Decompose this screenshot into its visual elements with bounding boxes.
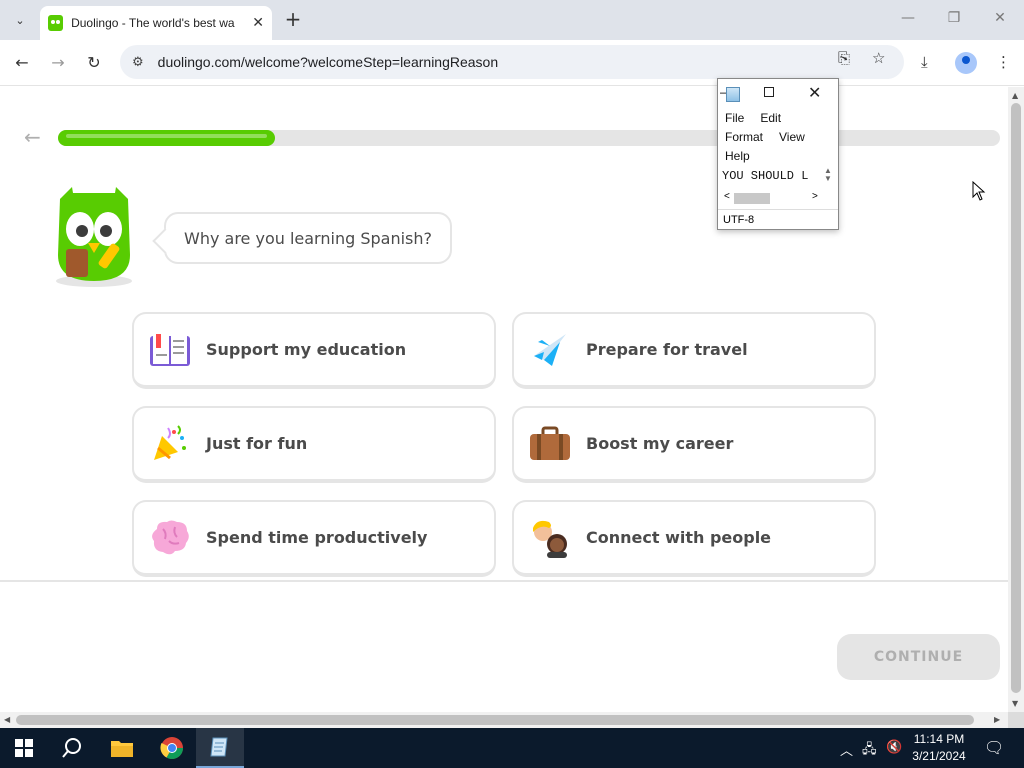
forward-icon[interactable]: →: [46, 51, 70, 75]
clock-date: 3/21/2024: [912, 749, 966, 763]
menu-edit[interactable]: Edit: [760, 109, 781, 128]
option-prepare-for-travel[interactable]: Prepare for travel: [512, 312, 876, 389]
more-menu-icon[interactable]: ⋮: [996, 53, 1011, 71]
reload-icon[interactable]: ↻: [82, 51, 106, 75]
scroll-right-arrow-icon[interactable]: ▶: [994, 715, 1000, 724]
install-app-icon[interactable]: ⎘: [838, 49, 850, 67]
notepad-horizontal-scrollbar[interactable]: < >: [722, 191, 826, 205]
windows-logo-icon: [15, 739, 33, 757]
notepad-scroll-right-icon[interactable]: >: [812, 191, 818, 202]
notepad-app-icon: [726, 87, 740, 102]
vertical-scroll-thumb[interactable]: [1011, 103, 1021, 693]
mouse-cursor-icon: [972, 181, 986, 201]
duolingo-favicon-icon: [48, 15, 64, 31]
network-icon[interactable]: 🖧: [862, 740, 877, 762]
close-window-icon[interactable]: ✕: [990, 10, 1010, 26]
browser-tab[interactable]: Duolingo - The world's best wa ✕: [40, 6, 272, 40]
notepad-menu-bar: File Edit Format View Help: [718, 109, 838, 166]
windows-taskbar: ︿ 🖧 🔇 11:14 PM 3/21/2024 🗨: [0, 728, 1024, 768]
bookmark-star-icon[interactable]: ☆: [872, 49, 885, 67]
brain-icon: [148, 516, 192, 560]
file-explorer-button[interactable]: [98, 728, 146, 768]
chrome-button[interactable]: [148, 728, 196, 768]
option-label: Connect with people: [586, 528, 772, 547]
menu-file[interactable]: File: [725, 109, 744, 128]
scroll-left-arrow-icon[interactable]: ◀: [4, 715, 10, 724]
footer-divider: [0, 580, 1008, 582]
tab-search-chevron-icon[interactable]: ⌄: [8, 8, 32, 32]
address-url[interactable]: duolingo.com/welcome?welcomeStep=learnin…: [158, 54, 498, 70]
menu-help[interactable]: Help: [725, 147, 750, 166]
download-icon[interactable]: ⤓: [921, 53, 928, 71]
book-icon: [148, 328, 192, 372]
notepad-maximize-icon[interactable]: [764, 87, 774, 97]
notepad-scroll-thumb[interactable]: [734, 193, 770, 204]
option-label: Just for fun: [206, 434, 308, 453]
tray-chevron-up-icon[interactable]: ︿: [840, 740, 853, 759]
continue-button[interactable]: CONTINUE: [837, 634, 1000, 680]
scroll-down-arrow-icon[interactable]: ▼: [1012, 699, 1018, 708]
menu-format[interactable]: Format: [725, 128, 763, 147]
duolingo-welcome-page: ← Why are you learning Spanish? Support …: [0, 87, 1008, 712]
progress-bar: [58, 130, 1000, 146]
notepad-icon: [210, 737, 228, 757]
folder-icon: [111, 741, 133, 757]
back-icon[interactable]: ←: [10, 51, 34, 75]
option-just-for-fun[interactable]: Just for fun: [132, 406, 496, 483]
notepad-close-icon[interactable]: ✕: [808, 83, 821, 103]
search-icon: [62, 738, 81, 758]
notepad-encoding-status: UTF-8: [718, 209, 838, 229]
menu-view[interactable]: View: [779, 128, 805, 147]
option-label: Spend time productively: [206, 528, 428, 547]
option-boost-my-career[interactable]: Boost my career: [512, 406, 876, 483]
start-button[interactable]: [0, 728, 48, 768]
duo-owl-mascot-icon: [56, 187, 132, 287]
restore-window-icon[interactable]: ❐: [944, 10, 964, 26]
briefcase-icon: [528, 422, 572, 466]
notepad-vertical-scroll-arrows-icon[interactable]: ▲ ▼: [824, 167, 832, 183]
vertical-scrollbar[interactable]: ▲ ▼: [1008, 87, 1024, 712]
party-popper-icon: [148, 422, 192, 466]
tab-close-icon[interactable]: ✕: [252, 15, 264, 31]
notepad-text-area[interactable]: YOU SHOULD L: [718, 166, 822, 186]
horizontal-scroll-thumb[interactable]: [16, 715, 974, 725]
scroll-up-arrow-icon[interactable]: ▲: [1012, 91, 1018, 100]
profile-avatar-icon[interactable]: [955, 52, 977, 74]
system-clock[interactable]: 11:14 PM 3/21/2024: [904, 731, 974, 765]
notifications-icon[interactable]: 🗨: [984, 738, 1004, 757]
option-connect-with-people[interactable]: Connect with people: [512, 500, 876, 577]
volume-muted-icon[interactable]: 🔇: [886, 740, 902, 755]
option-label: Boost my career: [586, 434, 734, 453]
question-speech-bubble: Why are you learning Spanish?: [164, 212, 452, 264]
notepad-taskbar-button[interactable]: [196, 728, 244, 768]
option-label: Prepare for travel: [586, 340, 748, 359]
option-support-my-education[interactable]: Support my education: [132, 312, 496, 389]
minimize-window-icon[interactable]: —: [898, 10, 918, 26]
notepad-window[interactable]: — ✕ File Edit Format View Help YOU SHOULD …: [717, 78, 839, 230]
scrollbar-corner: [1008, 712, 1024, 728]
search-button[interactable]: [48, 728, 96, 768]
browser-tab-bar: ⌄ Duolingo - The world's best wa ✕ + — ❐…: [0, 0, 1024, 40]
browser-toolbar: ← → ↻ ⚙ duolingo.com/welcome?welcomeStep…: [0, 40, 1024, 86]
option-spend-time-productively[interactable]: Spend time productively: [132, 500, 496, 577]
new-tab-button[interactable]: +: [282, 8, 304, 30]
clock-time: 11:14 PM: [913, 732, 965, 746]
notepad-scroll-left-icon[interactable]: <: [724, 191, 730, 202]
notepad-title-bar[interactable]: — ✕: [718, 79, 838, 109]
site-info-icon[interactable]: ⚙: [132, 55, 144, 70]
page-back-arrow-icon[interactable]: ←: [24, 125, 41, 149]
address-bar[interactable]: ⚙ duolingo.com/welcome?welcomeStep=learn…: [120, 45, 904, 79]
tab-title: Duolingo - The world's best wa: [71, 16, 235, 30]
people-icon: [528, 516, 572, 560]
progress-bar-fill: [58, 130, 275, 146]
airplane-icon: [528, 328, 572, 372]
chrome-icon: [160, 737, 183, 759]
option-label: Support my education: [206, 340, 407, 359]
horizontal-scrollbar[interactable]: ◀ ▶: [0, 712, 1008, 728]
